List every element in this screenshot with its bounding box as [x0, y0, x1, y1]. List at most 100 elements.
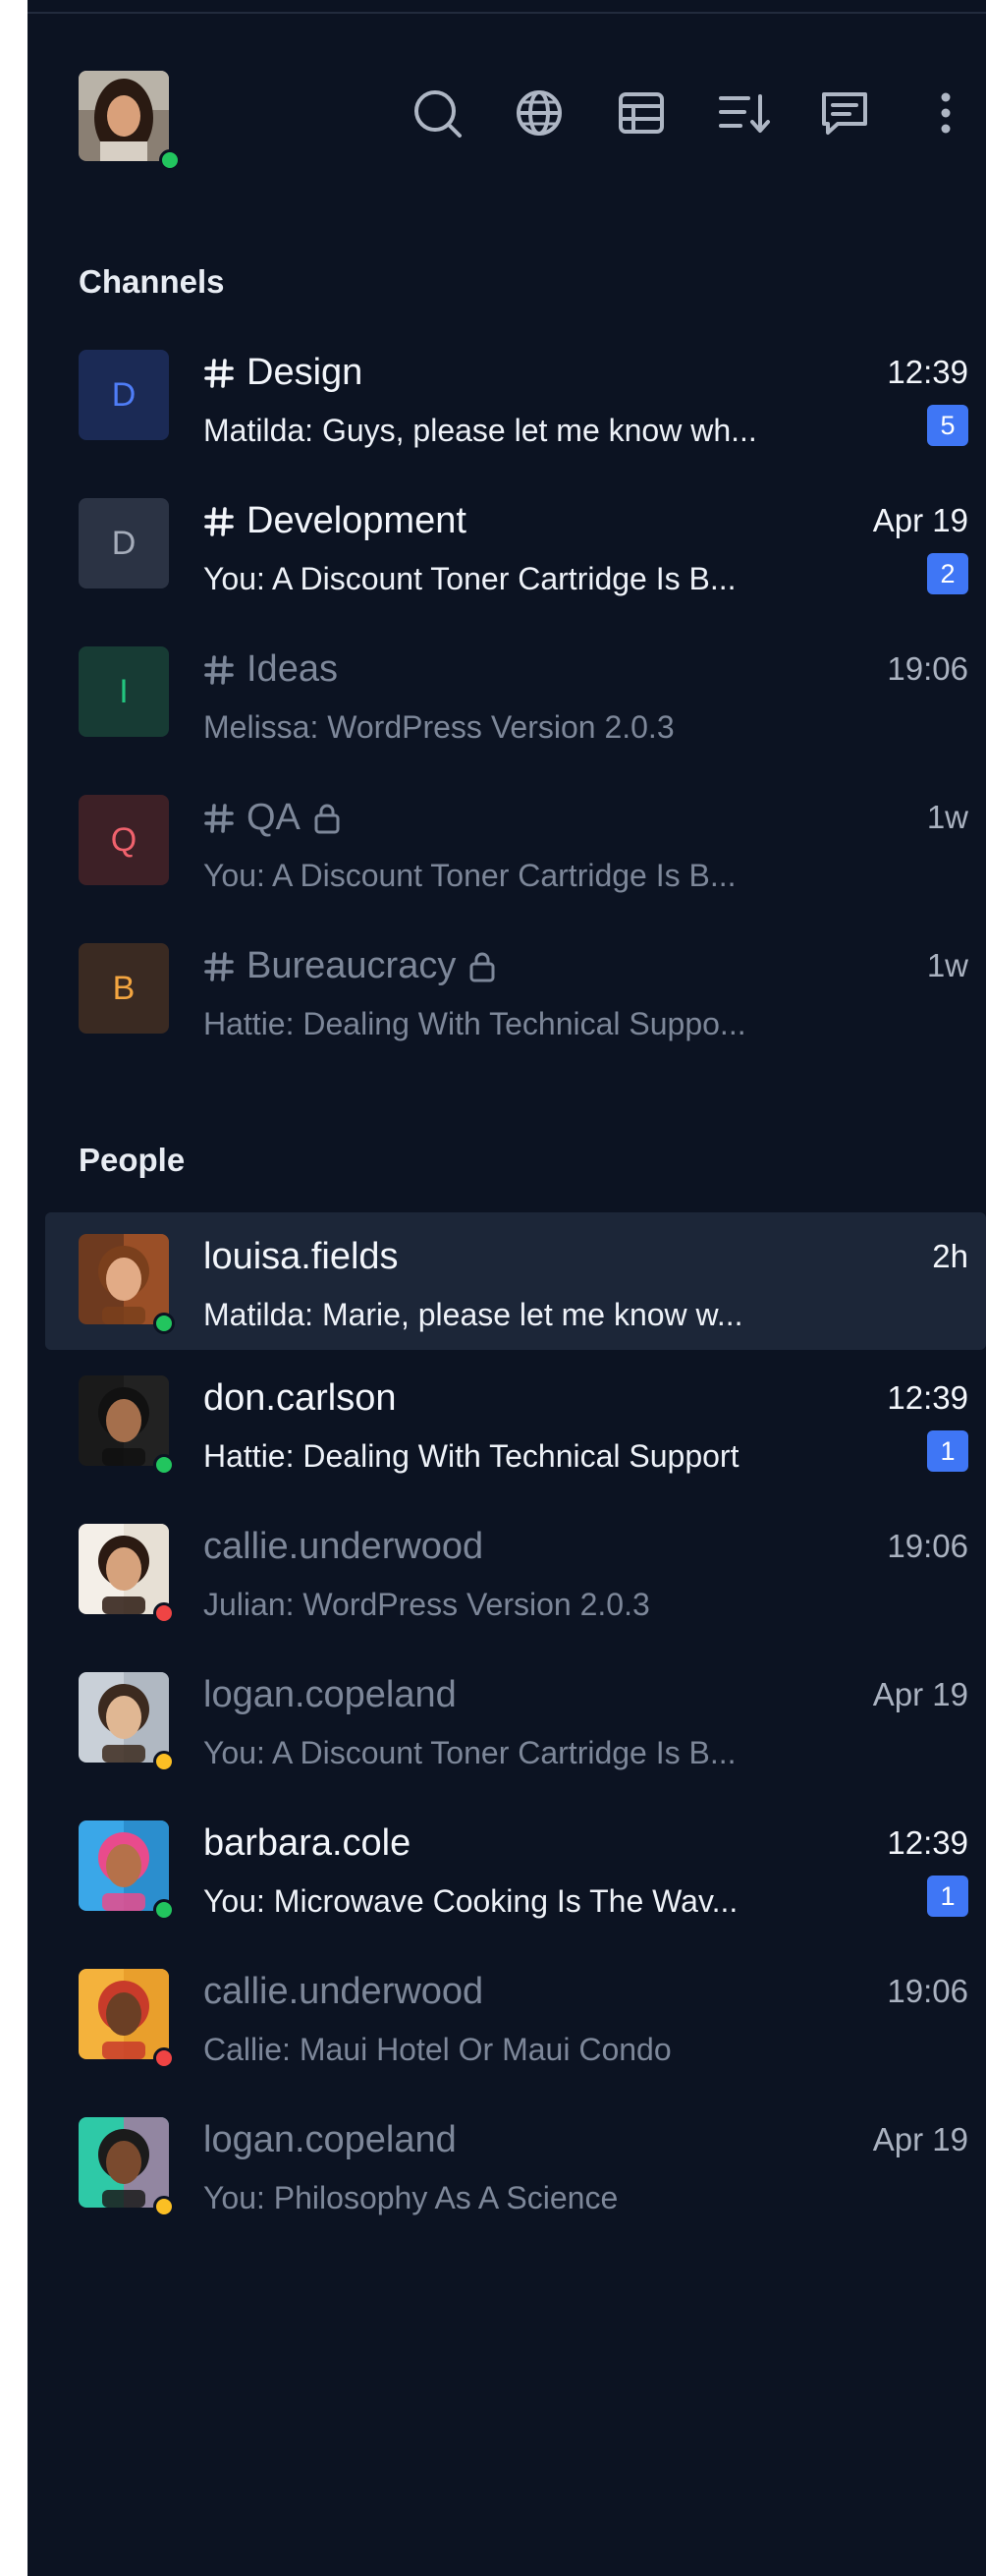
person-username-text: logan.copeland	[203, 1674, 457, 1715]
channel-last-message: Hattie: Dealing With Technical Suppo...	[203, 1006, 746, 1041]
channel-timestamp: 19:06	[887, 650, 968, 687]
more-vertical-button[interactable]	[917, 84, 974, 141]
avatar-image	[79, 1524, 169, 1614]
channel-last-message: Matilda: Guys, please let me know wh...	[203, 413, 757, 448]
person-timestamp: 19:06	[887, 1973, 968, 2009]
status-dot	[153, 1313, 175, 1334]
person-row[interactable]: logan.copeland You: Philosophy As A Scien…	[45, 2103, 986, 2219]
search-icon	[414, 90, 462, 138]
person-last-message: Hattie: Dealing With Technical Support	[203, 1438, 740, 1474]
people-section-title: People	[79, 1142, 186, 1178]
channel-title: Bureaucracy	[203, 945, 497, 987]
avatar-image	[79, 2117, 169, 2208]
channel-row[interactable]: I Ideas Melissa: WordPress Version 2.0.3 19…	[45, 633, 986, 749]
channel-title: Ideas	[203, 648, 338, 691]
current-user-status-dot	[159, 149, 181, 171]
unread-badge: 1	[927, 1430, 968, 1472]
person-last-message: Callie: Maui Hotel Or Maui Condo	[203, 2032, 672, 2067]
sort-button[interactable]	[715, 84, 772, 141]
avatar-image	[79, 1672, 169, 1763]
channel-row[interactable]: D Development You: A Discount Toner Cartri…	[45, 484, 986, 600]
person-timestamp: 2h	[932, 1238, 968, 1274]
unread-badge: 5	[927, 405, 968, 446]
person-row[interactable]: callie.underwood Callie: Maui Hotel Or Ma…	[45, 1955, 986, 2071]
hash-icon	[204, 358, 234, 388]
unread-badge: 1	[927, 1876, 968, 1917]
table-button[interactable]	[613, 84, 670, 141]
hash-icon	[204, 951, 234, 981]
hash-icon	[204, 654, 234, 685]
status-dot	[153, 2047, 175, 2069]
search-button[interactable]	[409, 84, 466, 141]
channel-timestamp: 1w	[926, 799, 968, 835]
person-row[interactable]: don.carlson Hattie: Dealing With Technica…	[45, 1362, 986, 1478]
avatar-image	[79, 1820, 169, 1911]
unread-badge: 2	[927, 553, 968, 594]
status-dot	[153, 1454, 175, 1476]
lock-icon	[469, 952, 495, 981]
avatar-image	[79, 1375, 169, 1466]
person-username: logan.copeland	[203, 1674, 457, 1716]
avatar	[79, 1672, 169, 1763]
current-user-avatar[interactable]	[79, 71, 169, 161]
channel-last-message: You: A Discount Toner Cartridge Is B...	[203, 561, 737, 596]
channel-title: Development	[203, 500, 466, 542]
channel-initial-tile: I	[79, 646, 169, 737]
status-dot	[153, 1751, 175, 1772]
person-row[interactable]: louisa.fields Matilda: Marie, please let …	[45, 1212, 986, 1350]
channel-timestamp: 12:39	[887, 354, 968, 390]
person-username-text: callie.underwood	[203, 1526, 484, 1567]
avatar	[79, 1234, 169, 1324]
person-timestamp: 19:06	[887, 1528, 968, 1564]
person-timestamp: 12:39	[887, 1824, 968, 1861]
avatar	[79, 1820, 169, 1911]
message-button[interactable]	[816, 84, 873, 141]
person-last-message: Julian: WordPress Version 2.0.3	[203, 1587, 650, 1622]
channel-row[interactable]: B Bureaucracy Hattie: Dealing With Technic…	[45, 929, 986, 1045]
person-username-text: don.carlson	[203, 1377, 397, 1419]
channel-timestamp: Apr 19	[872, 502, 968, 538]
avatar	[79, 2117, 169, 2208]
more-vertical-icon	[941, 92, 951, 134]
channel-last-message: Melissa: WordPress Version 2.0.3	[203, 709, 675, 745]
person-username: logan.copeland	[203, 2119, 457, 2161]
message-icon	[822, 92, 867, 135]
person-username-text: louisa.fields	[203, 1236, 399, 1277]
person-username: louisa.fields	[203, 1236, 399, 1278]
person-row[interactable]: logan.copeland You: A Discount Toner Cart…	[45, 1658, 986, 1774]
avatar	[79, 1375, 169, 1466]
avatar-image	[79, 1234, 169, 1324]
person-username: callie.underwood	[203, 1971, 483, 2013]
lock-icon	[314, 804, 340, 833]
channel-name: Bureaucracy	[246, 945, 457, 986]
status-dot	[153, 1602, 175, 1624]
person-last-message: You: Philosophy As A Science	[203, 2180, 619, 2215]
status-dot	[153, 1899, 175, 1921]
channel-title: QA	[203, 797, 342, 839]
channel-row[interactable]: Q QA You: A Discount Toner Cartridge Is B.…	[45, 781, 986, 897]
person-timestamp: 12:39	[887, 1379, 968, 1416]
channel-row[interactable]: D Design Matilda: Guys, please let me know…	[45, 336, 986, 452]
person-timestamp: Apr 19	[872, 2121, 968, 2157]
person-username-text: logan.copeland	[203, 2119, 457, 2160]
channel-initial-tile: Q	[79, 795, 169, 885]
sort-icon	[719, 94, 770, 133]
table-icon	[619, 92, 664, 134]
channel-timestamp: 1w	[926, 947, 968, 983]
person-timestamp: Apr 19	[872, 1676, 968, 1712]
top-divider	[27, 12, 986, 14]
channel-initial-tile: D	[79, 498, 169, 588]
avatar-image	[79, 1969, 169, 2059]
status-dot	[153, 2196, 175, 2217]
person-row[interactable]: callie.underwood Julian: WordPress Versio…	[45, 1510, 986, 1626]
hash-icon	[204, 803, 234, 833]
channel-initial-tile: D	[79, 350, 169, 440]
avatar	[79, 1524, 169, 1614]
channel-name: Ideas	[246, 648, 338, 690]
person-username-text: barbara.cole	[203, 1822, 411, 1864]
person-username: barbara.cole	[203, 1822, 411, 1865]
person-row[interactable]: barbara.cole You: Microwave Cooking Is Th…	[45, 1807, 986, 1923]
channel-initial-tile: B	[79, 943, 169, 1034]
globe-button[interactable]	[511, 84, 568, 141]
avatar	[79, 1969, 169, 2059]
